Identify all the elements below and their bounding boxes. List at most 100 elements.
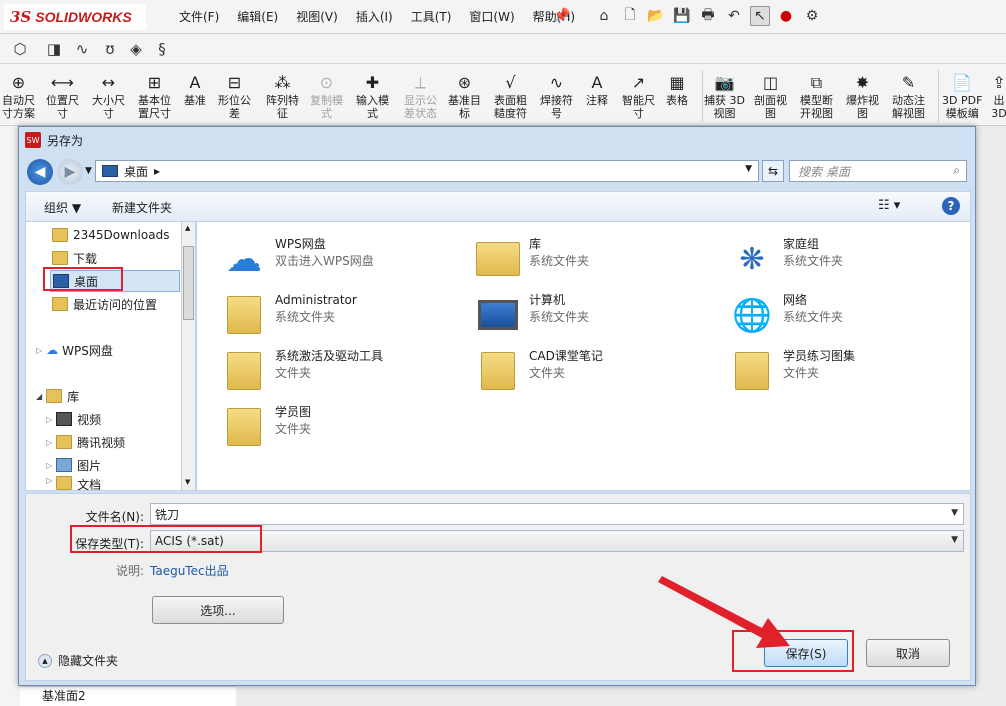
nav-item-tencent-video[interactable]: ▷ 腾讯视频 <box>46 431 125 453</box>
new-document-icon[interactable]: 🗋 <box>620 6 640 26</box>
toolbar-capture-3d-view-button[interactable]: 📷 捕获 3D 视图 <box>704 72 745 120</box>
toolbar-surface-finish-button[interactable]: √ 表面粗 糙度符 <box>494 72 527 120</box>
nav-scrollbar[interactable]: ▲ ▼ <box>181 221 196 491</box>
curve-view-icon[interactable]: ʊ <box>100 39 120 59</box>
toolbar-pattern-feature-button[interactable]: ⁂ 阵列特 征 <box>266 72 299 120</box>
sketch-view-icon[interactable]: ∿ <box>72 39 92 59</box>
toolbar-location-dimension-button[interactable]: ⟷ 位置尺 寸 <box>46 72 79 120</box>
dropdown-arrow-icon[interactable]: ▼ <box>951 508 958 518</box>
search-input[interactable]: 搜索 桌面 ⌕ <box>789 160 967 182</box>
save-icon[interactable]: 💾 <box>672 6 692 26</box>
expand-arrow-icon[interactable]: ▷ <box>46 461 52 470</box>
view-mode-icon[interactable]: ☷ ▾ <box>878 198 900 213</box>
toolbar-section-view-button[interactable]: ◫ 剖面视 图 <box>754 72 787 120</box>
menu-edit[interactable]: 编辑(E) <box>228 8 287 25</box>
rebuild-icon[interactable]: ● <box>776 6 796 26</box>
toolbar-datum-button[interactable]: A 基准 <box>184 72 206 107</box>
menu-file[interactable]: 文件(F) <box>170 8 228 25</box>
nav-item-video[interactable]: ▷ 视频 <box>46 408 101 430</box>
solidworks-logo[interactable]: 3S SOLIDWORKS <box>4 4 146 30</box>
file-item-wps-cloud[interactable]: ☁ WPS网盘 双击进入WPS网盘 <box>221 236 374 282</box>
file-item-homegroup[interactable]: ❋ 家庭组 系统文件夹 <box>729 236 843 282</box>
description-value[interactable]: TaeguTec出品 <box>150 562 229 579</box>
file-item-practice-drawings[interactable]: 学员练习图集 文件夹 <box>729 348 855 394</box>
nav-item-pictures[interactable]: ▷ 图片 <box>46 454 101 476</box>
expand-arrow-icon[interactable]: ▷ <box>46 415 52 424</box>
toolbar-note-button[interactable]: A 注释 <box>586 72 608 107</box>
filename-input[interactable]: 铣刀 ▼ <box>150 503 964 525</box>
toolbar-auto-dimension-button[interactable]: ⊕ 自动尺 寸方案 <box>2 72 35 120</box>
toolbar-exploded-view-button[interactable]: ✸ 爆炸视 图 <box>846 72 879 120</box>
toolbar-weld-symbol-button[interactable]: ∿ 焊接符 号 <box>540 72 573 120</box>
hide-folders-toggle[interactable]: ▲ 隐藏文件夹 <box>38 652 118 669</box>
file-item-activation-tools[interactable]: 系统激活及驱动工具 文件夹 <box>221 348 383 394</box>
help-icon[interactable]: ? <box>942 197 960 215</box>
nav-item-recent[interactable]: 最近访问的位置 <box>52 293 157 315</box>
undo-icon[interactable]: ↶ <box>724 6 744 26</box>
file-item-library[interactable]: 库系统文件夹 <box>475 236 589 282</box>
scroll-down-icon[interactable]: ▼ <box>185 478 190 486</box>
file-item-student-drawings[interactable]: 学员图 文件夹 <box>221 404 311 450</box>
back-button[interactable]: ◀ <box>27 159 53 185</box>
computer-icon <box>475 292 521 338</box>
nav-item-wps-cloud[interactable]: ▷ ☁ WPS网盘 <box>36 339 113 361</box>
forward-button[interactable]: ▶ <box>57 159 83 185</box>
feature-view-icon[interactable]: ◨ <box>44 39 64 59</box>
file-item-cad-notes[interactable]: CAD课堂笔记 文件夹 <box>475 348 603 394</box>
expand-arrow-icon[interactable]: ▷ <box>36 346 42 355</box>
breadcrumb-chevron-icon[interactable]: ▸ <box>154 164 160 178</box>
menu-tools[interactable]: 工具(T) <box>402 8 461 25</box>
file-item-computer[interactable]: 计算机 系统文件夹 <box>475 292 589 338</box>
address-dropdown-icon[interactable]: ▼ <box>745 164 752 174</box>
collapse-arrow-icon[interactable]: ◢ <box>36 392 42 401</box>
options-button[interactable]: 选项... <box>152 596 284 624</box>
menu-window[interactable]: 窗口(W) <box>460 8 523 25</box>
search-icon[interactable]: ⌕ <box>953 163 960 178</box>
surface-view-icon[interactable]: ◈ <box>126 39 146 59</box>
toolbar-table-button[interactable]: ▦ 表格 <box>666 72 688 107</box>
menu-view[interactable]: 视图(V) <box>287 8 347 25</box>
print-icon[interactable]: 🖶 <box>698 6 718 26</box>
toolbar-input-scheme-button[interactable]: ✚ 输入模 式 <box>356 72 389 120</box>
new-folder-button[interactable]: 新建文件夹 <box>112 199 172 216</box>
address-bar[interactable]: 桌面 ▸ ▼ <box>95 160 759 182</box>
nav-item-downloads[interactable]: 下载 <box>52 247 97 269</box>
organize-button[interactable]: 组织 ▼ <box>44 199 81 216</box>
options-gear-icon[interactable]: ⚙ <box>802 6 822 26</box>
toolbar-3d-pdf-template-button[interactable]: 📄 3D PDF 模板编 <box>942 72 982 120</box>
toolbar-basic-location-dimension-button[interactable]: ⊞ 基本位 置尺寸 <box>138 72 171 120</box>
pin-icon[interactable]: 📌 <box>553 8 570 24</box>
toolbar-show-tolerance-status-button[interactable]: ⟂ 显示公 差状态 <box>404 72 437 120</box>
open-icon[interactable]: 📂 <box>646 6 666 26</box>
menu-insert[interactable]: 插入(I) <box>347 8 402 25</box>
toolbar-model-break-view-button[interactable]: ⧉ 模型断 开视图 <box>800 72 833 120</box>
select-cursor-icon[interactable]: ↖ <box>750 6 770 26</box>
expand-arrow-icon[interactable]: ▷ <box>46 476 52 485</box>
toolbar-dynamic-annotation-view-button[interactable]: ✎ 动态注 解视图 <box>892 72 925 120</box>
filetype-select[interactable]: ACIS (*.sat) ▼ <box>150 530 964 552</box>
nav-item-documents[interactable]: ▷ 文档 <box>46 476 101 490</box>
spring-view-icon[interactable]: § <box>152 39 172 59</box>
part-view-icon[interactable]: ⬡ <box>10 39 30 59</box>
cancel-button[interactable]: 取消 <box>866 639 950 667</box>
toolbar-smart-dimension-button[interactable]: ↗ 智能尺 寸 <box>622 72 655 120</box>
file-item-administrator[interactable]: Administrator 系统文件夹 <box>221 292 357 338</box>
file-item-network[interactable]: 🌐 网络 系统文件夹 <box>729 292 843 338</box>
toolbar-publish-3d-button[interactable]: ⇪ 出 3D <box>988 72 1006 120</box>
scroll-up-icon[interactable]: ▲ <box>185 224 190 232</box>
refresh-button[interactable]: ⇆ <box>762 160 784 182</box>
dropdown-arrow-icon[interactable]: ▼ <box>951 535 958 545</box>
nav-item-desktop[interactable]: 桌面 <box>50 270 180 292</box>
folder-icon <box>52 228 68 242</box>
scroll-thumb[interactable] <box>183 246 194 320</box>
toolbar-geometric-tolerance-button[interactable]: ⊟ 形位公 差 <box>218 72 251 120</box>
nav-item-2345downloads[interactable]: 2345Downloads <box>52 224 169 246</box>
toolbar-size-dimension-button[interactable]: ↔ 大小尺 寸 <box>92 72 125 120</box>
nav-item-library[interactable]: ◢ 库 <box>36 385 79 407</box>
tree-item-plane2[interactable]: 基准面2 <box>20 686 236 706</box>
expand-arrow-icon[interactable]: ▷ <box>46 438 52 447</box>
home-icon[interactable]: ⌂ <box>594 6 614 26</box>
toolbar-copy-scheme-button[interactable]: ⊙ 复制模 式 <box>310 72 343 120</box>
history-dropdown-icon[interactable]: ▼ <box>85 166 92 176</box>
toolbar-datum-target-button[interactable]: ⊛ 基准目 标 <box>448 72 481 120</box>
